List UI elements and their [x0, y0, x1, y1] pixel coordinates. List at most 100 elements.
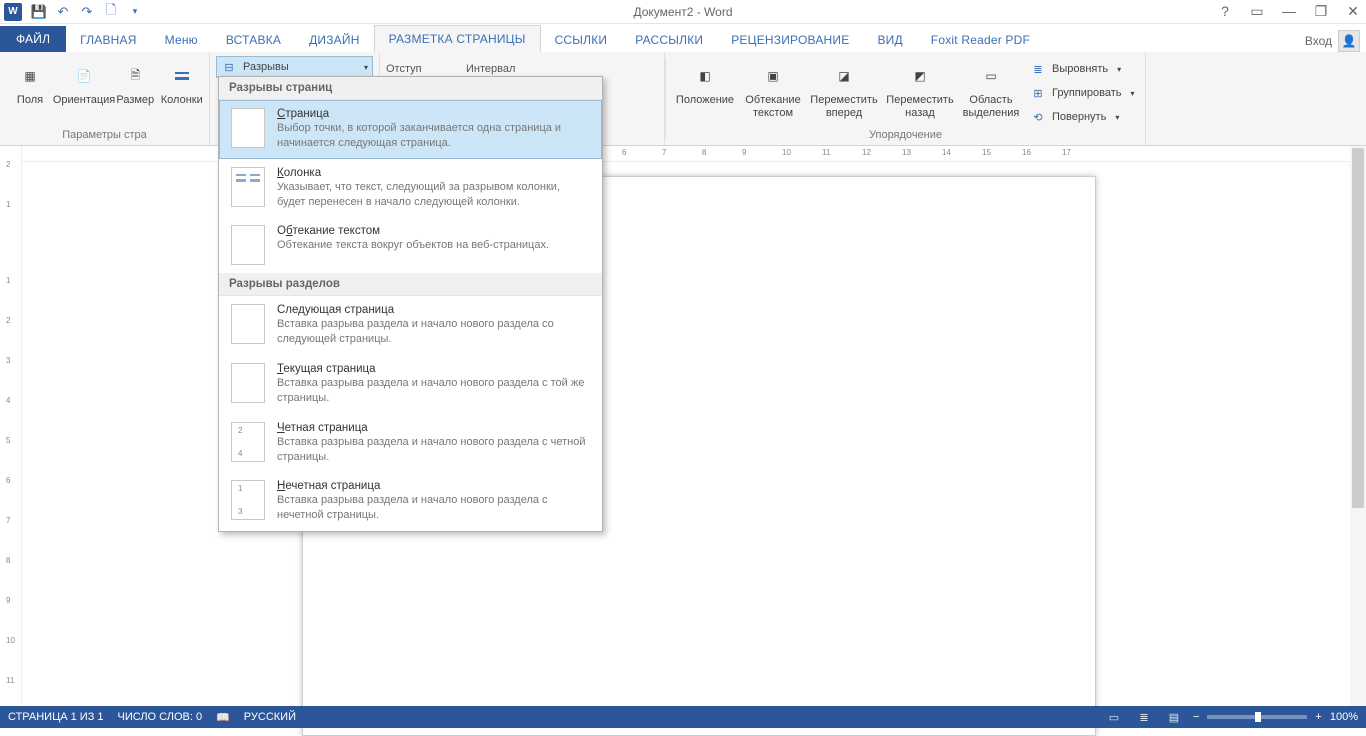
margins-button[interactable]: ▦Поля	[6, 56, 54, 107]
zoom-knob[interactable]	[1255, 712, 1261, 722]
zoom-level[interactable]: 100%	[1330, 711, 1358, 723]
rotate-button[interactable]: ⟲Повернуть▾	[1030, 106, 1135, 128]
zoom-out-button[interactable]: −	[1193, 711, 1199, 723]
page-break-icon	[231, 108, 265, 148]
window-title: Документ2 - Word	[633, 5, 732, 19]
send-backward-button[interactable]: ◩Переместить назад	[884, 56, 956, 119]
help-icon[interactable]: ?	[1216, 3, 1234, 20]
title-bar: W 💾 ↶ ↷ 🗋 ▾ Документ2 - Word ? ▭ ― ❐ ✕	[0, 0, 1366, 24]
align-icon: ≣	[1030, 61, 1046, 77]
word-count[interactable]: ЧИСЛО СЛОВ: 0	[118, 711, 203, 723]
ribbon-tabs: ФАЙЛ ГЛАВНАЯ Меню ВСТАВКА ДИЗАЙН РАЗМЕТК…	[0, 24, 1366, 52]
group-label-page-setup: Параметры стра	[6, 129, 203, 143]
tab-references[interactable]: ССЫЛКИ	[541, 27, 622, 52]
group-button[interactable]: ⊞Группировать▾	[1030, 82, 1135, 104]
tab-review[interactable]: РЕЦЕНЗИРОВАНИЕ	[717, 27, 863, 52]
size-icon: 🗎	[119, 60, 151, 92]
ribbon: ▦Поля 📄Ориентация 🗎Размер Колонки Параме…	[0, 52, 1366, 146]
wrap-break-icon	[231, 225, 265, 265]
word-icon: W	[4, 3, 22, 21]
wrap-text-button[interactable]: ▣Обтекание текстом	[742, 56, 804, 119]
gallery-item-next-page[interactable]: Следующая страницаВставка разрыва раздел…	[219, 296, 602, 355]
position-icon: ◧	[689, 60, 721, 92]
item-title: Обтекание текстом	[277, 225, 590, 237]
new-doc-icon[interactable]: 🗋	[100, 1, 122, 23]
bring-forward-button[interactable]: ◪Переместить вперед	[808, 56, 880, 119]
zoom-in-button[interactable]: +	[1315, 711, 1321, 723]
window-controls: ? ▭ ― ❐ ✕	[1216, 3, 1362, 20]
maximize-icon[interactable]: ❐	[1312, 3, 1330, 20]
group-page-setup: ▦Поля 📄Ориентация 🗎Размер Колонки Параме…	[0, 52, 210, 145]
web-layout-icon[interactable]: ▤	[1163, 707, 1185, 727]
minimize-icon[interactable]: ―	[1280, 3, 1298, 20]
item-title: Текущая страница	[277, 363, 590, 375]
tab-design[interactable]: ДИЗАЙН	[295, 27, 374, 52]
item-title: ССтраницатраница	[277, 108, 590, 120]
breaks-icon: ⊟	[221, 59, 237, 75]
backward-icon: ◩	[904, 60, 936, 92]
save-icon[interactable]: 💾	[28, 1, 50, 23]
next-page-icon	[231, 304, 265, 344]
status-bar: СТРАНИЦА 1 ИЗ 1 ЧИСЛО СЛОВ: 0 📖 РУССКИЙ …	[0, 706, 1366, 728]
redo-icon[interactable]: ↷	[76, 1, 98, 23]
breaks-gallery: Разрывы страниц ССтраницатраницаВыбор то…	[218, 76, 603, 532]
tab-foxit[interactable]: Foxit Reader PDF	[917, 27, 1044, 52]
vertical-ruler[interactable]: 21 12 34 56 78 910 11	[0, 146, 22, 706]
columns-icon	[166, 60, 198, 92]
group-label-arrange: Упорядочение	[672, 129, 1139, 143]
gallery-header-section-breaks: Разрывы разделов	[219, 273, 602, 296]
margins-icon: ▦	[14, 60, 46, 92]
ribbon-toggle-icon[interactable]: ▭	[1248, 3, 1266, 20]
gallery-item-odd-page[interactable]: 13 Нечетная страницаВставка разрыва разд…	[219, 472, 602, 531]
item-title: Следующая страница	[277, 304, 590, 316]
group-icon: ⊞	[1030, 85, 1046, 101]
undo-icon[interactable]: ↶	[52, 1, 74, 23]
gallery-item-continuous[interactable]: Текущая страницаВставка разрыва раздела …	[219, 355, 602, 414]
tab-mailings[interactable]: РАССЫЛКИ	[621, 27, 717, 52]
odd-page-icon: 13	[231, 480, 265, 520]
close-icon[interactable]: ✕	[1344, 3, 1362, 20]
avatar-icon: 👤	[1338, 30, 1360, 52]
orientation-icon: 📄	[68, 60, 100, 92]
group-arrange: ◧Положение ▣Обтекание текстом ◪Перемести…	[666, 52, 1146, 145]
zoom-slider[interactable]	[1207, 715, 1307, 719]
align-button[interactable]: ≣Выровнять▾	[1030, 58, 1135, 80]
document-area: 21 12 34 56 78 910 11 6 7 8 9 10 11 12 1…	[0, 146, 1366, 706]
login-link[interactable]: Вход	[1305, 34, 1332, 48]
columns-button[interactable]: Колонки	[161, 56, 203, 107]
qa-customize-icon[interactable]: ▾	[124, 1, 146, 23]
gallery-header-page-breaks: Разрывы страниц	[219, 77, 602, 100]
quick-access-toolbar: W 💾 ↶ ↷ 🗋 ▾	[0, 1, 146, 23]
tab-insert[interactable]: ВСТАВКА	[212, 27, 295, 52]
gallery-item-column[interactable]: КолонкаУказывает, что текст, следующий з…	[219, 159, 602, 218]
tab-page-layout[interactable]: РАЗМЕТКА СТРАНИЦЫ	[374, 25, 541, 52]
page-indicator[interactable]: СТРАНИЦА 1 ИЗ 1	[8, 711, 104, 723]
tab-view[interactable]: ВИД	[863, 27, 916, 52]
tab-file[interactable]: ФАЙЛ	[0, 26, 66, 52]
vertical-scrollbar[interactable]	[1350, 146, 1366, 706]
item-title: Колонка	[277, 167, 590, 179]
language-indicator[interactable]: РУССКИЙ	[244, 711, 296, 723]
print-layout-icon[interactable]: ≣	[1133, 707, 1155, 727]
forward-icon: ◪	[828, 60, 860, 92]
size-button[interactable]: 🗎Размер	[114, 56, 156, 107]
proofing-icon[interactable]: 📖	[216, 711, 230, 724]
even-page-icon: 24	[231, 422, 265, 462]
orientation-button[interactable]: 📄Ориентация	[58, 56, 110, 107]
indent-label: Отступ	[386, 63, 446, 75]
gallery-item-even-page[interactable]: 24 Четная страницаВставка разрыва раздел…	[219, 414, 602, 473]
breaks-dropdown[interactable]: ⊟Разрывы▾	[216, 56, 373, 78]
gallery-item-text-wrap[interactable]: Обтекание текстомОбтекание текста вокруг…	[219, 217, 602, 273]
tab-menu[interactable]: Меню	[151, 27, 212, 52]
spacing-label: Интервал	[466, 63, 526, 75]
selection-pane-button[interactable]: ▭Область выделения	[960, 56, 1022, 119]
position-button[interactable]: ◧Положение	[672, 56, 738, 107]
scrollbar-thumb[interactable]	[1352, 148, 1364, 508]
account-area[interactable]: Вход 👤	[1305, 30, 1360, 52]
item-title: Нечетная страница	[277, 480, 590, 492]
tab-home[interactable]: ГЛАВНАЯ	[66, 27, 150, 52]
read-mode-icon[interactable]: ▭	[1103, 707, 1125, 727]
gallery-item-page[interactable]: ССтраницатраницаВыбор точки, в которой з…	[219, 100, 602, 159]
item-title: Четная страница	[277, 422, 590, 434]
selection-icon: ▭	[975, 60, 1007, 92]
